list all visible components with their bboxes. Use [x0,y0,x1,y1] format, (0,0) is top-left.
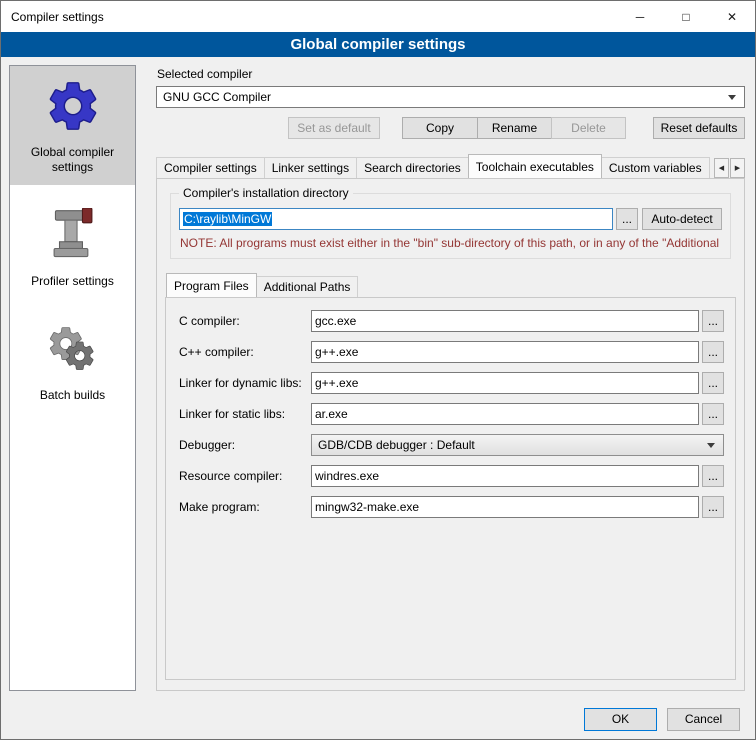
installation-directory-row: C:\raylib\MinGW ... Auto-detect [179,208,722,230]
reset-defaults-button[interactable]: Reset defaults [653,117,745,139]
subtab-program-files[interactable]: Program Files [166,273,257,297]
sidebar-item-label: Batch builds [13,388,132,403]
browse-button[interactable]: ... [702,465,724,487]
installation-directory-groupbox: Compiler's installation directory C:\ray… [170,193,731,259]
copy-button[interactable]: Copy [402,117,478,139]
selected-compiler-dropdown[interactable]: GNU GCC Compiler [156,86,745,108]
blue-gear-icon [13,74,132,138]
browse-button[interactable]: ... [702,310,724,332]
tab-scroll-left-icon[interactable]: ◀ [714,158,729,178]
browse-button[interactable]: ... [702,403,724,425]
chevron-down-icon [728,95,736,100]
debugger-select[interactable]: GDB/CDB debugger : Default [311,434,724,456]
toolchain-subtabbar: Program Files Additional Paths [165,273,736,297]
form-row-debugger: Debugger: GDB/CDB debugger : Default [179,434,724,456]
tab-scroll-right-icon[interactable]: ▶ [730,158,745,178]
sidebar-item-global-compiler-settings[interactable]: Global compiler settings [10,66,135,185]
static-libs-linker-value: ar.exe [315,407,348,421]
minimize-button[interactable]: ─ [617,1,663,32]
close-button[interactable]: ✕ [709,1,755,32]
tab-toolchain-executables[interactable]: Toolchain executables [468,154,602,178]
browse-button[interactable]: ... [702,496,724,518]
sidebar-item-batch-builds[interactable]: Batch builds [10,309,135,413]
debugger-value: GDB/CDB debugger : Default [318,438,475,452]
form-row-resource-compiler: Resource compiler: windres.exe ... [179,465,724,487]
field-label: Make program: [179,500,311,514]
sidebar-item-label: Profiler settings [13,274,132,289]
tab-custom-variables[interactable]: Custom variables [601,157,710,178]
make-program-value: mingw32-make.exe [315,500,419,514]
groupbox-title: Compiler's installation directory [179,186,353,200]
maximize-button[interactable]: □ [663,1,709,32]
c-compiler-value: gcc.exe [315,314,356,328]
compiler-settings-window: Compiler settings ─ □ ✕ Global compiler … [0,0,756,740]
auto-detect-button[interactable]: Auto-detect [642,208,722,230]
form-row-make-program: Make program: mingw32-make.exe ... [179,496,724,518]
bin-subdirectory-note: NOTE: All programs must exist either in … [180,236,721,250]
titlebar: Compiler settings ─ □ ✕ [1,1,755,32]
compiler-actions: Set as default Copy Rename Delete Reset … [156,117,745,139]
installation-directory-value: C:\raylib\MinGW [183,212,272,226]
field-label: Linker for static libs: [179,407,311,421]
main-panel: Selected compiler GNU GCC Compiler Set a… [146,65,747,691]
installation-directory-input[interactable]: C:\raylib\MinGW [179,208,613,230]
field-label: C++ compiler: [179,345,311,359]
window-title: Compiler settings [1,10,104,24]
selected-compiler-label: Selected compiler [157,67,745,81]
toolchain-executables-page: Compiler's installation directory C:\ray… [156,178,745,691]
dialog-footer: OK Cancel [1,699,755,739]
dialog-body: Global compiler settings Profiler settin… [1,57,755,699]
settings-tabbar: Compiler settings Linker settings Search… [156,154,745,178]
sidebar-item-profiler-settings[interactable]: Profiler settings [10,195,135,299]
field-label: C compiler: [179,314,311,328]
browse-button[interactable]: ... [702,372,724,394]
caption-buttons: ─ □ ✕ [617,1,755,32]
make-program-input[interactable]: mingw32-make.exe [311,496,699,518]
c-compiler-input[interactable]: gcc.exe [311,310,699,332]
chevron-down-icon [707,443,715,448]
profiler-press-icon [13,203,132,267]
sidebar-item-label: Global compiler settings [13,145,132,175]
browse-button[interactable]: ... [702,341,724,363]
field-label: Debugger: [179,438,311,452]
rename-button[interactable]: Rename [477,117,552,139]
delete-button: Delete [551,117,626,139]
settings-category-list: Global compiler settings Profiler settin… [9,65,136,691]
program-files-page: C compiler: gcc.exe ... C++ compiler: g+… [165,297,736,680]
field-label: Resource compiler: [179,469,311,483]
dynamic-libs-linker-input[interactable]: g++.exe [311,372,699,394]
resource-compiler-input[interactable]: windres.exe [311,465,699,487]
selected-compiler-value: GNU GCC Compiler [163,90,271,104]
dialog-header: Global compiler settings [1,32,755,57]
subtab-additional-paths[interactable]: Additional Paths [256,276,359,297]
form-row-static-linker: Linker for static libs: ar.exe ... [179,403,724,425]
form-row-cpp-compiler: C++ compiler: g++.exe ... [179,341,724,363]
cancel-button[interactable]: Cancel [667,708,740,731]
tab-search-directories[interactable]: Search directories [356,157,469,178]
ok-button[interactable]: OK [584,708,657,731]
static-libs-linker-input[interactable]: ar.exe [311,403,699,425]
form-row-c-compiler: C compiler: gcc.exe ... [179,310,724,332]
browse-directory-button[interactable]: ... [616,208,638,230]
tab-scroll-buttons: ◀ ▶ [710,156,745,178]
set-as-default-button: Set as default [288,117,380,139]
gray-gears-icon [13,317,132,381]
cpp-compiler-input[interactable]: g++.exe [311,341,699,363]
tab-linker-settings[interactable]: Linker settings [264,157,357,178]
tab-compiler-settings[interactable]: Compiler settings [156,157,265,178]
resource-compiler-value: windres.exe [315,469,379,483]
field-label: Linker for dynamic libs: [179,376,311,390]
form-row-dynamic-linker: Linker for dynamic libs: g++.exe ... [179,372,724,394]
dynamic-libs-linker-value: g++.exe [315,376,358,390]
cpp-compiler-value: g++.exe [315,345,358,359]
